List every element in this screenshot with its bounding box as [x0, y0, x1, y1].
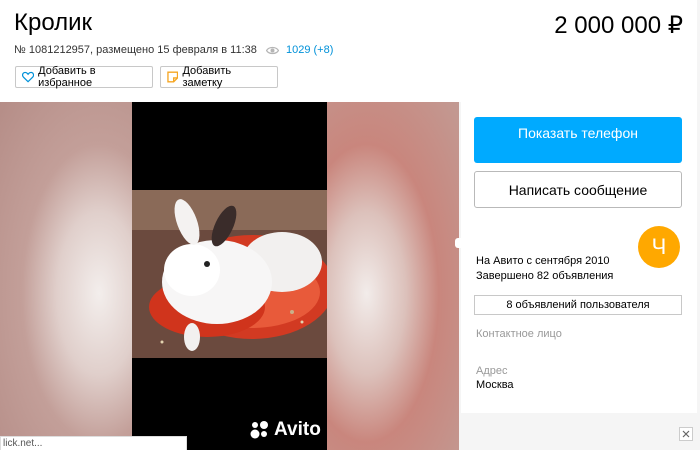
- listing-header: Кролик 2 000 000 ₽ № 1081212957, размеще…: [0, 0, 697, 102]
- blurred-backdrop-left: [0, 102, 132, 450]
- close-icon[interactable]: [679, 427, 693, 441]
- add-to-favorites-button[interactable]: Добавить в избранное: [15, 65, 153, 89]
- contact-person-label: Контактное лицо: [476, 328, 562, 340]
- address-value: Москва: [476, 379, 514, 391]
- blurred-backdrop-right: [327, 102, 459, 450]
- user-ads-button[interactable]: 8 объявлений пользователя: [474, 295, 682, 315]
- listing-title: Кролик: [14, 9, 93, 36]
- listing-meta: № 1081212957, размещено 15 февраля в 11:…: [14, 44, 333, 58]
- views-count[interactable]: 1029 (+8): [286, 44, 333, 56]
- add-note-button[interactable]: Добавить заметку: [160, 65, 278, 89]
- note-icon: [167, 71, 179, 83]
- seller-since: На Авито с сентября 2010: [476, 255, 610, 267]
- heart-icon: [22, 71, 35, 83]
- show-phone-button[interactable]: Показать телефон: [474, 117, 682, 163]
- listing-price: 2 000 000 ₽: [554, 12, 683, 39]
- eye-icon: [265, 46, 280, 58]
- seller-sidebar: Показать телефон Написать сообщение Ч На…: [461, 102, 697, 413]
- browser-status-bar: lick.net...: [0, 436, 187, 450]
- write-message-button[interactable]: Написать сообщение: [474, 171, 682, 208]
- avito-watermark-text: Avito: [274, 419, 321, 440]
- add-note-label: Добавить заметку: [182, 65, 232, 89]
- avito-watermark: Avito: [250, 419, 321, 441]
- seller-completed-ads: Завершено 82 объявления: [476, 270, 614, 282]
- photo-gallery[interactable]: Avito: [0, 102, 459, 450]
- avito-logo-icon: [250, 421, 268, 439]
- seller-avatar[interactable]: Ч: [638, 226, 680, 268]
- add-to-favorites-label: Добавить в избранное: [38, 65, 96, 89]
- listing-number-date: № 1081212957, размещено 15 февраля в 11:…: [14, 44, 257, 56]
- rabbit-photo[interactable]: [132, 102, 334, 450]
- address-label: Адрес: [476, 365, 508, 377]
